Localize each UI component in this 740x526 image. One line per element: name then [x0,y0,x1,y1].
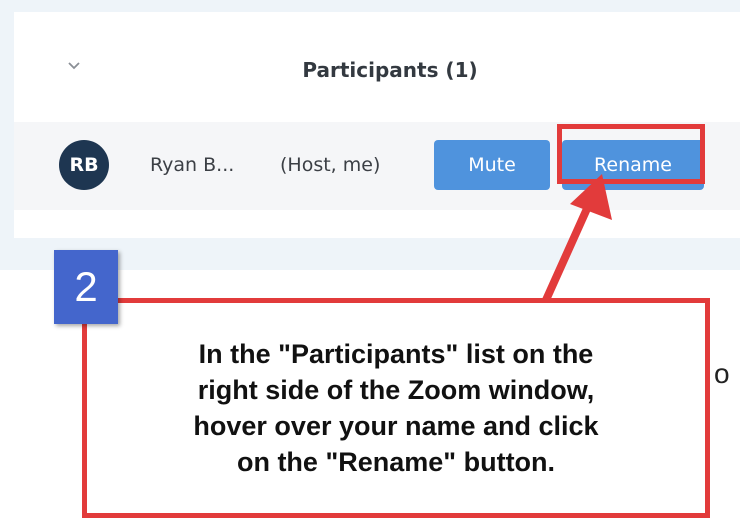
avatar: RB [59,140,109,190]
callout-box: In the "Participants" list on the right … [82,298,710,518]
rename-button[interactable]: Rename [562,140,704,190]
participants-panel: Participants (1) RB Ryan B... (Host, me)… [14,12,740,238]
participant-role: (Host, me) [280,154,381,176]
cropped-text-fragment: o [714,358,730,389]
step-number-badge: 2 [54,250,118,324]
panel-title: Participants (1) [302,58,478,82]
callout-text: In the "Participants" list on the right … [193,339,599,477]
participant-row[interactable]: RB Ryan B... (Host, me) Mute Rename [14,122,740,210]
mute-button[interactable]: Mute [434,140,550,190]
panel-header: Participants (1) [14,12,740,112]
participant-name: Ryan B... [150,154,235,176]
